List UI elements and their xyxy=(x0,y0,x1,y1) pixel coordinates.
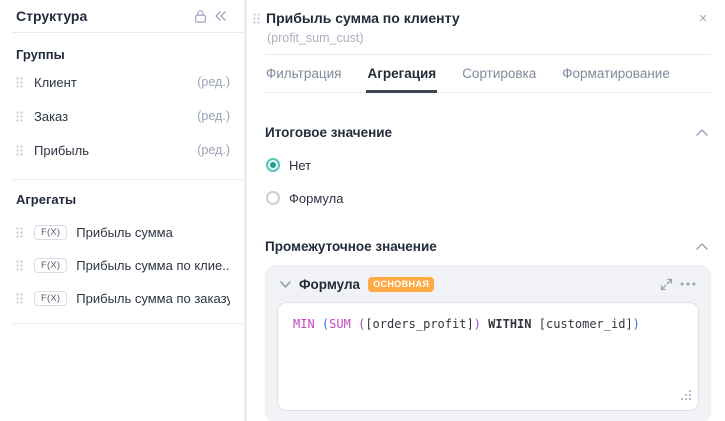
group-label: Прибыль xyxy=(34,142,89,158)
drag-handle-icon[interactable] xyxy=(16,110,23,122)
formula-code[interactable]: MIN (SUM ([orders_profit]) WITHIN [custo… xyxy=(293,316,683,333)
expand-icon[interactable] xyxy=(655,273,677,295)
groups-heading: Группы xyxy=(16,47,65,62)
main-badge: ОСНОВНАЯ xyxy=(368,276,435,292)
divider xyxy=(12,179,244,180)
radio-formula[interactable]: Формула xyxy=(266,189,725,207)
field-id-subtitle: (profit_sum_cust) xyxy=(267,31,364,45)
chevron-up-icon[interactable] xyxy=(693,237,711,255)
drag-handle-icon[interactable] xyxy=(16,227,23,238)
more-options-icon[interactable] xyxy=(677,273,699,295)
drag-handle-icon[interactable] xyxy=(16,144,23,156)
group-item-client[interactable]: Клиент (ред.) xyxy=(0,65,244,99)
divider xyxy=(12,323,244,324)
tab-formatting[interactable]: Форматирование xyxy=(561,55,671,93)
formula-card-header: Формула ОСНОВНАЯ xyxy=(277,274,699,294)
sidebar-title: Структура xyxy=(16,8,88,24)
aggregate-item-profit-sum-client[interactable]: F(X) Прибыль сумма по клие... xyxy=(0,249,244,282)
group-item-order[interactable]: Заказ (ред.) xyxy=(0,99,244,133)
sidebar-header: Структура xyxy=(0,0,244,32)
group-item-profit[interactable]: Прибыль (ред.) xyxy=(0,133,244,167)
settings-tabs: Фильтрация Агрегация Сортировка Форматир… xyxy=(265,55,711,93)
group-label: Заказ xyxy=(34,108,69,124)
radio-label: Нет xyxy=(289,157,312,173)
drag-handle-icon[interactable] xyxy=(253,12,260,24)
aggregate-label: Прибыль сумма xyxy=(76,225,173,240)
aggregate-label: Прибыль сумма по заказу xyxy=(76,291,230,306)
formula-badge: F(X) xyxy=(34,290,68,307)
edit-link[interactable]: (ред.) xyxy=(197,109,230,123)
formula-badge: F(X) xyxy=(34,224,68,241)
aggregates-heading: Агрегаты xyxy=(16,192,77,207)
chevron-up-icon[interactable] xyxy=(693,123,711,141)
tab-sorting[interactable]: Сортировка xyxy=(461,55,537,93)
radio-circle[interactable] xyxy=(266,191,280,205)
chevron-down-icon[interactable] xyxy=(277,276,293,292)
edit-link[interactable]: (ред.) xyxy=(197,143,230,157)
total-value-options: Нет Формула xyxy=(266,156,725,207)
lock-icon[interactable] xyxy=(190,6,210,26)
radio-none[interactable]: Нет xyxy=(266,156,725,174)
collapse-panel-icon[interactable] xyxy=(210,6,230,26)
aggregate-item-profit-sum[interactable]: F(X) Прибыль сумма xyxy=(0,216,244,249)
total-value-heading: Итоговое значение xyxy=(265,124,393,140)
resize-handle-icon[interactable] xyxy=(681,388,691,403)
panel-title: Прибыль сумма по клиенту xyxy=(266,10,460,26)
field-settings-panel: Прибыль сумма по клиенту × (profit_sum_c… xyxy=(247,0,725,421)
structure-sidebar: Структура Группы Клиент (ред.) Заказ (ре… xyxy=(0,0,247,421)
formula-badge: F(X) xyxy=(34,257,68,274)
formula-editor[interactable]: MIN (SUM ([orders_profit]) WITHIN [custo… xyxy=(277,302,699,411)
panel-header: Прибыль сумма по клиенту × xyxy=(247,6,725,28)
drag-handle-icon[interactable] xyxy=(16,293,23,304)
group-label: Клиент xyxy=(34,74,77,90)
tab-filtering[interactable]: Фильтрация xyxy=(265,55,342,93)
divider xyxy=(12,32,244,33)
tab-aggregation[interactable]: Агрегация xyxy=(366,55,438,93)
intermediate-value-section-header: Промежуточное значение xyxy=(265,237,711,255)
drag-handle-icon[interactable] xyxy=(16,76,23,88)
intermediate-value-heading: Промежуточное значение xyxy=(265,238,437,254)
aggregate-label: Прибыль сумма по клие... xyxy=(76,258,230,273)
formula-card-title: Формула xyxy=(299,276,361,292)
aggregate-item-profit-sum-order[interactable]: F(X) Прибыль сумма по заказу xyxy=(0,282,244,315)
close-icon[interactable]: × xyxy=(693,8,713,28)
drag-handle-icon[interactable] xyxy=(16,260,23,271)
edit-link[interactable]: (ред.) xyxy=(197,75,230,89)
total-value-section-header: Итоговое значение xyxy=(265,123,711,141)
radio-label: Формула xyxy=(289,190,344,206)
radio-circle[interactable] xyxy=(266,158,280,172)
formula-card: Формула ОСНОВНАЯ MIN (SUM ([orders_profi… xyxy=(265,265,711,421)
